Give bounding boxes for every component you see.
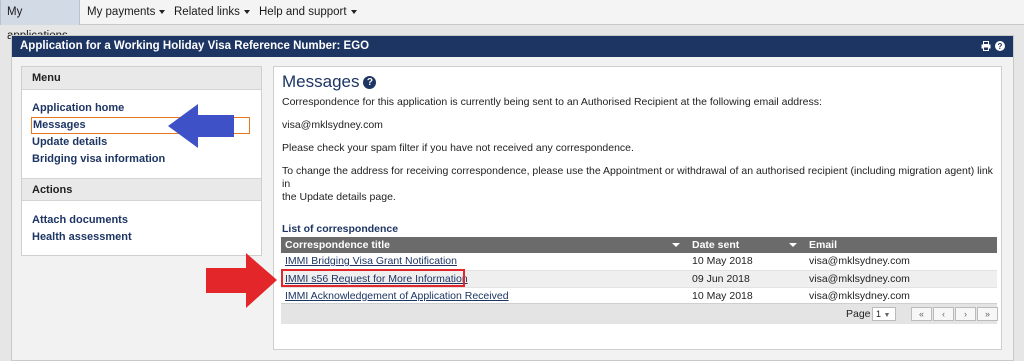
menu-item-bridging-visa-information[interactable]: Bridging visa information bbox=[32, 153, 165, 165]
email-cell: visa@mklsydney.com bbox=[805, 287, 997, 305]
panel-title: Application for a Working Holiday Visa R… bbox=[20, 40, 370, 52]
table-header-row: Correspondence title Date sent Email bbox=[281, 237, 997, 253]
menu-item-update-details[interactable]: Update details bbox=[32, 136, 107, 148]
column-label: Date sent bbox=[692, 239, 740, 251]
previous-page-button[interactable]: ‹ bbox=[933, 307, 954, 321]
page-title-text: Messages bbox=[282, 72, 360, 91]
change-address-line: To change the address for receiving corr… bbox=[282, 165, 993, 190]
tab-label: Related links bbox=[174, 6, 240, 18]
action-health-assessment[interactable]: Health assessment bbox=[32, 231, 132, 243]
title-cell: IMMI Bridging Visa Grant Notification bbox=[281, 253, 688, 271]
chevron-down-icon bbox=[243, 9, 250, 14]
messages-content: Messages? Correspondence for this applic… bbox=[273, 66, 1002, 350]
page-select[interactable]: 1 ▼ bbox=[872, 307, 896, 321]
print-icon[interactable] bbox=[981, 41, 991, 51]
column-label: Email bbox=[809, 239, 838, 251]
column-header-title[interactable]: Correspondence title bbox=[281, 237, 688, 253]
tab-label: My payments bbox=[87, 6, 156, 18]
date-cell: 09 Jun 2018 bbox=[688, 270, 805, 288]
email-cell: visa@mklsydney.com bbox=[805, 270, 997, 288]
column-label: Correspondence title bbox=[285, 239, 391, 251]
title-cell: IMMI Acknowledgement of Application Rece… bbox=[281, 287, 688, 305]
chevron-down-icon: ▼ bbox=[883, 312, 891, 319]
tab-help-and-support[interactable]: Help and support bbox=[253, 0, 363, 25]
pagination-bar: Page 1 ▼ « ‹ › » bbox=[281, 303, 998, 324]
table-row: IMMI Acknowledgement of Application Rece… bbox=[281, 287, 997, 305]
help-icon[interactable]: ? bbox=[995, 41, 1005, 51]
tab-related-links[interactable]: Related links bbox=[168, 0, 256, 25]
actions-heading: Actions bbox=[22, 178, 261, 201]
spam-note: Please check your spam filter if you hav… bbox=[282, 142, 634, 154]
help-icon[interactable]: ? bbox=[363, 76, 377, 89]
first-page-button[interactable]: « bbox=[911, 307, 932, 321]
sort-down-icon bbox=[789, 243, 797, 247]
email-cell: visa@mklsydney.com bbox=[805, 253, 997, 271]
side-menu: Menu Application home Messages Update de… bbox=[21, 66, 262, 256]
menu-heading: Menu bbox=[22, 67, 261, 90]
last-page-button[interactable]: » bbox=[977, 307, 998, 321]
column-header-date[interactable]: Date sent bbox=[688, 237, 805, 253]
recipient-email: visa@mklsydney.com bbox=[282, 119, 383, 131]
sort-down-icon bbox=[672, 243, 680, 247]
change-address-text: To change the address for receiving corr… bbox=[282, 165, 1001, 204]
tab-my-applications[interactable]: My applications bbox=[0, 0, 80, 42]
tab-my-payments[interactable]: My payments bbox=[81, 0, 171, 25]
page-label: Page bbox=[846, 308, 871, 320]
chevron-down-icon bbox=[159, 9, 166, 14]
chevron-down-icon bbox=[350, 9, 357, 14]
list-title: List of correspondence bbox=[282, 223, 399, 235]
page-select-value: 1 bbox=[876, 309, 882, 319]
panel-header: Application for a Working Holiday Visa R… bbox=[12, 36, 1013, 57]
tab-label: Help and support bbox=[259, 6, 347, 18]
date-cell: 10 May 2018 bbox=[688, 287, 805, 305]
correspondence-link[interactable]: IMMI Bridging Visa Grant Notification bbox=[285, 255, 457, 267]
correspondence-link[interactable]: IMMI Acknowledgement of Application Rece… bbox=[285, 290, 509, 302]
blue-arrow-annotation bbox=[168, 104, 234, 148]
page-title: Messages? bbox=[282, 72, 377, 92]
highlight-box bbox=[281, 269, 465, 287]
date-cell: 10 May 2018 bbox=[688, 253, 805, 271]
column-header-email: Email bbox=[805, 237, 997, 253]
change-address-line: the Update details page. bbox=[282, 191, 396, 203]
table-row: IMMI Bridging Visa Grant Notification 10… bbox=[281, 253, 997, 271]
red-arrow-annotation bbox=[206, 253, 277, 308]
svg-text:?: ? bbox=[998, 42, 1003, 51]
next-page-button[interactable]: › bbox=[955, 307, 976, 321]
intro-text: Correspondence for this application is c… bbox=[282, 96, 822, 108]
top-navigation: My applications My payments Related link… bbox=[0, 0, 1024, 42]
action-attach-documents[interactable]: Attach documents bbox=[32, 214, 128, 226]
menu-item-application-home[interactable]: Application home bbox=[32, 102, 124, 114]
